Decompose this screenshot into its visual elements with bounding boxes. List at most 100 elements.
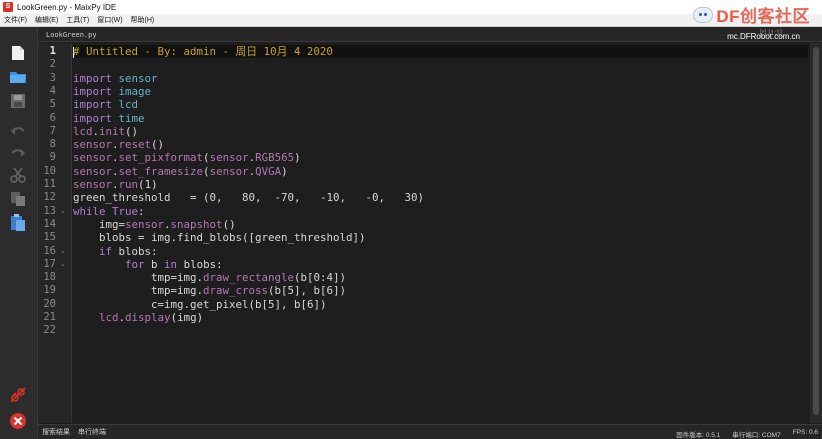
watermark-brand: DF创客社区 (716, 7, 810, 26)
code-token: time (118, 111, 145, 125)
code-line[interactable]: sensor.run(1) (73, 178, 808, 191)
code-token: blobs = img.find_blobs([green_threshold]… (73, 231, 366, 245)
line-number: 1 (49, 45, 56, 57)
code-token: set_framesize (118, 164, 204, 178)
menu-item[interactable]: 帮助(H) (127, 15, 159, 25)
code-token: sensor (73, 164, 113, 178)
line-number: 2 (49, 58, 56, 71)
menu-item[interactable]: 文件(F) (0, 15, 31, 25)
code-line[interactable]: import sensor (73, 72, 808, 85)
line-number: 9 (49, 151, 56, 164)
tab-serial-terminal[interactable]: 串行终端 (74, 427, 110, 437)
code-line[interactable]: while True: (73, 205, 808, 218)
redo-icon[interactable] (8, 143, 28, 163)
tab-lookgreen[interactable]: LookGreen.py (42, 29, 101, 42)
maixpy-ide-window: S LookGreen.py - MaixPy IDE DF创客社区 mc.DF… (0, 0, 822, 439)
code-token: lcd (99, 311, 119, 324)
code-token: init (99, 124, 126, 138)
code-token: sensor (209, 151, 249, 165)
code-token: True (112, 204, 139, 218)
code-line[interactable] (73, 58, 808, 71)
code-token: sensor (118, 71, 158, 85)
code-token: tmp=img. (73, 284, 204, 298)
firmware-version: 固件版本: 0.5.1 (676, 432, 721, 439)
menu-item[interactable]: 工具(T) (62, 15, 93, 25)
code-line[interactable]: sensor.set_framesize(sensor.QVGA) (73, 165, 808, 178)
code-line[interactable]: tmp=img.draw_cross(b[5], b[6]) (73, 284, 808, 297)
code-token: import (73, 98, 113, 112)
code-line[interactable]: img=sensor.snapshot() (73, 218, 808, 231)
copy-icon[interactable] (8, 189, 28, 209)
code-line[interactable] (73, 324, 808, 337)
code-token: snapshot (170, 217, 223, 231)
code-token: img= (73, 217, 126, 231)
code-token: reset (118, 138, 152, 152)
fps-readout: FPS: 0.6 (792, 429, 818, 436)
new-file-icon[interactable] (8, 43, 28, 63)
code-editor[interactable]: 1 2 3 4 5 6 7 8 9 10 11 12 13 ⌄ 14 15 16 ⌄ 17 ⌄ 18 19 20 21 22 #… (38, 43, 810, 423)
line-number-gutter: 1 2 3 4 5 6 7 8 9 10 11 12 13 ⌄ 14 15 16 ⌄ 17 ⌄ 18 19 20 21 22 (38, 43, 72, 423)
code-token: tmp=img. (73, 271, 204, 285)
connect-icon[interactable] (8, 385, 28, 405)
menu-item[interactable]: 编辑(E) (31, 15, 62, 25)
undo-icon[interactable] (8, 121, 28, 141)
code-token: : (138, 204, 145, 218)
code-token: lcd (73, 124, 93, 138)
open-folder-icon[interactable] (8, 67, 28, 87)
fold-toggle-icon[interactable]: ⌄ (60, 245, 66, 258)
code-line[interactable]: c=img.get_pixel(b[5], b[6]) (73, 298, 808, 311)
tab-search-results[interactable]: 搜索结果 (38, 427, 74, 437)
code-line[interactable]: import lcd (73, 98, 808, 111)
code-token: while (73, 204, 106, 218)
vertical-scrollbar[interactable] (810, 43, 822, 423)
line-number: 19 (43, 284, 56, 297)
code-token: blobs: (112, 244, 158, 258)
scrollbar-thumb[interactable] (813, 47, 819, 415)
code-line[interactable]: import time (73, 112, 808, 125)
menu-item[interactable]: 窗口(W) (93, 15, 126, 25)
code-token: () (125, 124, 139, 138)
code-token: RGB565 (255, 151, 295, 165)
code-line[interactable]: import image (73, 85, 808, 98)
line-number: 10 (43, 164, 56, 177)
code-token: run (118, 178, 139, 191)
stop-icon[interactable] (8, 411, 28, 431)
line-number: 15 (43, 231, 56, 244)
code-line[interactable]: tmp=img.draw_rectangle(b[0:4]) (73, 271, 808, 284)
code-token: for (125, 257, 145, 271)
window-title: LookGreen.py - MaixPy IDE (17, 2, 117, 12)
code-token: sensor (125, 217, 165, 231)
code-token: ) (151, 178, 158, 191)
code-line[interactable]: lcd.display(img) (73, 311, 808, 324)
save-icon[interactable] (8, 91, 28, 111)
code-token: (img) (170, 311, 204, 324)
code-line[interactable]: # Untitled - By: admin - 周日 10月 4 2020 (73, 45, 808, 59)
fold-toggle-icon[interactable]: ⌄ (60, 205, 66, 218)
line-number: 6 (49, 111, 56, 124)
status-bar: 搜索结果 串行终端 固件版本: 0.5.1 串行端口: COM7 FPS: 0.… (38, 424, 822, 439)
code-token: (b[0:4]) (294, 271, 347, 285)
code-line[interactable]: sensor.reset() (73, 138, 808, 151)
code-token: QVGA (255, 164, 282, 178)
code-token: b (144, 257, 165, 271)
line-number: 12 (43, 191, 56, 204)
editor-tab-bar: LookGreen.py [*] [1:1] (38, 27, 822, 42)
code-token: lcd (118, 98, 139, 112)
code-token: in (164, 257, 178, 271)
code-line[interactable]: blobs = img.find_blobs([green_threshold]… (73, 231, 808, 244)
code-line[interactable]: sensor.set_pixformat(sensor.RGB565) (73, 151, 808, 164)
cut-icon[interactable] (8, 165, 28, 185)
code-line[interactable]: for b in blobs: (73, 258, 808, 271)
fold-toggle-icon[interactable]: ⌄ (60, 258, 66, 271)
paste-icon[interactable] (8, 213, 28, 233)
code-token: sensor (209, 164, 249, 178)
code-token: green_threshold = (0, 80, -70, -10, -0, … (73, 191, 425, 205)
code-line[interactable]: green_threshold = (0, 80, -70, -10, -0, … (73, 191, 808, 204)
code-token: sensor (73, 151, 113, 165)
code-line[interactable]: lcd.init() (73, 125, 808, 138)
line-number: 17 (43, 257, 56, 270)
code-token: sensor (73, 138, 113, 152)
code-token: blobs: (177, 257, 223, 271)
code-line[interactable]: if blobs: (73, 245, 808, 258)
